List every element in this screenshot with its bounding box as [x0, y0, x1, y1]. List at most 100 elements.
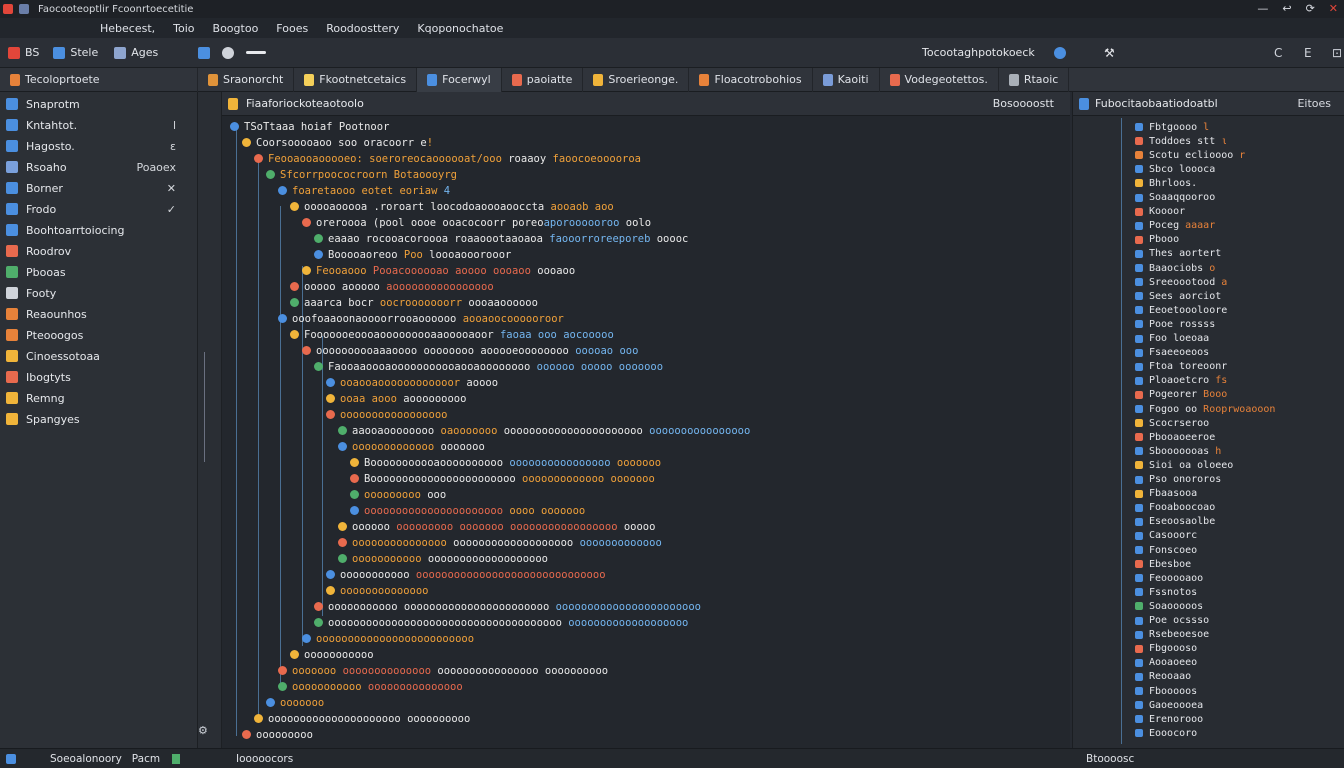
outline-item[interactable]: Fssnotos [1135, 585, 1197, 599]
outline-item[interactable]: Pso onororos [1135, 473, 1221, 487]
outline-item[interactable]: Sbooooooas h [1135, 444, 1221, 458]
tab-4[interactable]: Sroerieonge. [583, 67, 690, 92]
scroll-indicator[interactable] [204, 352, 214, 462]
code-line[interactable]: ooaa aooo aooooooooo [340, 392, 466, 406]
sidebar-item[interactable]: Pteooogos [0, 325, 198, 345]
outline-item[interactable]: Feooooaoo [1135, 571, 1203, 585]
tab-0[interactable]: Sraonorcht [198, 67, 295, 92]
fold-marker[interactable] [326, 410, 335, 419]
sidebar-item[interactable]: Boohtoarrtoiocing [0, 220, 198, 240]
code-line[interactable]: Sfcorrpoococroorn Botaoooyrg [280, 168, 457, 182]
code-line[interactable]: ooooooooo [256, 728, 313, 742]
sidebar-item[interactable]: Snaprotm [0, 94, 198, 114]
code-line[interactable]: Feooaooaooooeo: soeroreocaoooooat/ooo ro… [268, 152, 641, 166]
outline-item[interactable]: Baaociobs o [1135, 261, 1215, 275]
fold-marker[interactable] [314, 250, 323, 259]
fold-marker[interactable] [302, 266, 311, 275]
outline-item[interactable]: Koooor [1135, 205, 1185, 219]
tab-8[interactable]: Rtaoic [999, 67, 1070, 92]
code-line[interactable]: Coorsooooaoo soo oracoorr e! [256, 136, 433, 150]
outline-item[interactable]: Fbaasooa [1135, 487, 1197, 501]
fold-marker[interactable] [350, 490, 359, 499]
outline-item[interactable]: Fonscoeo [1135, 543, 1197, 557]
fold-marker[interactable] [350, 474, 359, 483]
settings-icon[interactable]: ⚙ [198, 724, 208, 737]
outline-item[interactable]: Eseoosaolbe [1135, 515, 1215, 529]
outline-item[interactable]: Foo loeoaa [1135, 332, 1209, 346]
outline-item[interactable]: Sbco loooca [1135, 162, 1215, 176]
sidebar-item[interactable]: Cinoessotoaa [0, 346, 198, 366]
fold-marker[interactable] [290, 330, 299, 339]
code-line[interactable]: ooooooooooo ooooooooooooooooooo [352, 552, 548, 566]
search-icon[interactable] [246, 51, 267, 54]
sidebar-item[interactable]: Ibogtyts [0, 367, 198, 387]
fold-marker[interactable] [302, 346, 311, 355]
code-line[interactable]: ooooooooooo [304, 648, 374, 662]
fold-marker[interactable] [350, 506, 359, 515]
toolbar-control-e[interactable]: E [1304, 46, 1312, 60]
code-line[interactable]: TSoTtaaa hoiaf Pootnoor [244, 120, 389, 134]
code-line[interactable]: ooooooooooo oooooooooooooooooooooooooooo… [340, 568, 606, 582]
fold-marker[interactable] [290, 650, 299, 659]
fold-marker[interactable] [278, 682, 287, 691]
code-line[interactable]: eaaao rocooacoroooa roaaoootaaoaoa faooo… [328, 232, 688, 246]
fold-marker[interactable] [326, 570, 335, 579]
status-mid[interactable]: Pacm [132, 753, 160, 765]
menu-item-2[interactable]: Boogtoo [213, 22, 259, 35]
code-line[interactable]: Booooooooooaoooooooooo oooooooooooooooo … [364, 456, 661, 470]
code-line[interactable]: ooooooooooo ooooooooooooooo [292, 680, 463, 694]
outline-item[interactable]: Aooaoeeo [1135, 656, 1197, 670]
fold-marker[interactable] [338, 538, 347, 547]
menu-item-1[interactable]: Toio [173, 22, 194, 35]
code-line[interactable]: Feooaooo Pooacoooooao aoooo oooaoo oooao… [316, 264, 575, 278]
outline-item[interactable]: Fogoo oo Rooprwoaooon [1135, 402, 1275, 416]
outline-item[interactable]: Scotu eclioooo r [1135, 148, 1245, 162]
code-line[interactable]: ooooooooooooooo ooooooooooooooooooo oooo… [352, 536, 662, 550]
menu-item-0[interactable]: Hebecest, [100, 22, 155, 35]
outline-item[interactable]: Rsebeoesoe [1135, 628, 1209, 642]
outline-item[interactable]: Gaoeoooea [1135, 698, 1203, 712]
outline-item[interactable]: Pogeorer Booo [1135, 388, 1227, 402]
fold-marker[interactable] [266, 170, 275, 179]
outline-item[interactable]: Scocrseroo [1135, 416, 1209, 430]
sidebar-item[interactable]: Kntahtot. l [0, 115, 198, 135]
fold-marker[interactable] [302, 218, 311, 227]
outline-item[interactable]: Sees aorciot [1135, 289, 1221, 303]
outline-item[interactable]: Fbooooos [1135, 684, 1197, 698]
fold-marker[interactable] [254, 714, 263, 723]
sidebar-header[interactable]: Tecoloprtoete [0, 67, 198, 92]
fold-marker[interactable] [314, 602, 323, 611]
outline-item[interactable]: Thes aortert [1135, 247, 1221, 261]
fold-marker[interactable] [302, 634, 311, 643]
code-line[interactable]: ooooooo [280, 696, 324, 710]
code-line[interactable]: ooooooooooooo ooooooo [352, 440, 485, 454]
outline-item[interactable]: Ftoa toreoonr [1135, 360, 1227, 374]
code-line[interactable]: oooooo ooooooooo ooooooo ooooooooooooooo… [352, 520, 655, 534]
code-line[interactable]: oreroooa (pool oooe ooacocoorr poreoapor… [316, 216, 651, 230]
sidebar-item[interactable]: Rsoaho Poaoex [0, 157, 198, 177]
code-line[interactable]: aaooaoooooooo oaooooooo oooooooooooooooo… [352, 424, 750, 438]
fold-marker[interactable] [338, 522, 347, 531]
code-line[interactable]: ooooooooo ooo [364, 488, 446, 502]
sidebar-item[interactable]: Pbooas [0, 262, 198, 282]
outline-item[interactable]: Eeoetoooloore [1135, 303, 1227, 317]
fold-marker[interactable] [290, 298, 299, 307]
sidebar-item[interactable]: Borner ✕ [0, 178, 198, 198]
fold-marker[interactable] [278, 314, 287, 323]
fold-marker[interactable] [266, 698, 275, 707]
tab-3[interactable]: paoiatte [502, 67, 584, 92]
outline-item[interactable]: Pbooo [1135, 233, 1179, 247]
code-line[interactable]: Booooooooooooooooooooooo ooooooooooooo o… [364, 472, 655, 486]
sidebar-item[interactable]: Hagosto. ε [0, 136, 198, 156]
code-line[interactable]: oooooooooooooo [340, 584, 429, 598]
fold-marker[interactable] [278, 186, 287, 195]
fold-marker[interactable] [350, 458, 359, 467]
code-line[interactable]: ooooooooooooooooooooooooooooooooooooo oo… [328, 616, 688, 630]
outline-item[interactable]: Soaooooos [1135, 599, 1203, 613]
code-line[interactable]: Booooaoreoo Poo loooaooorooor [328, 248, 511, 262]
outline-item[interactable]: Fbtgoooo l [1135, 120, 1209, 134]
code-line[interactable]: ooaooaoooooooooooor aoooo [340, 376, 498, 390]
code-line[interactable]: Fooooooeoooaooooooooaaooooaoor faoaa ooo… [304, 328, 614, 342]
minimize-icon[interactable]: — [1257, 2, 1268, 15]
fold-marker[interactable] [314, 234, 323, 243]
